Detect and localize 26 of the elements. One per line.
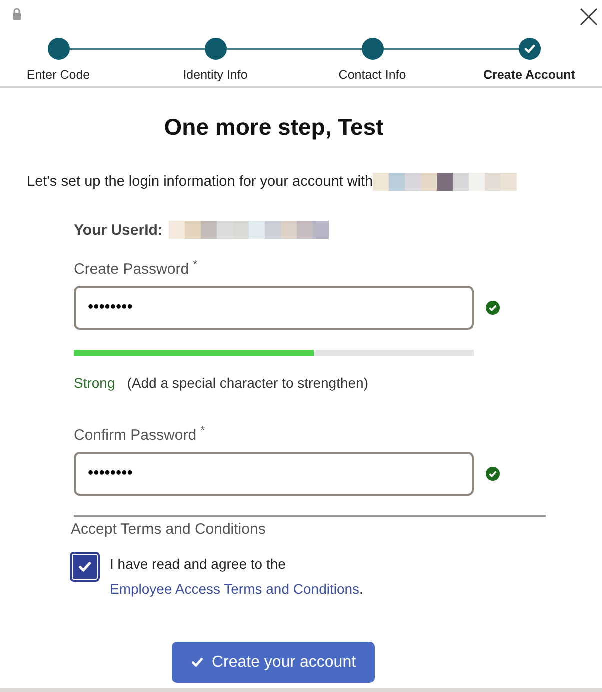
password-field[interactable]: •••••••• xyxy=(74,286,474,330)
intro-text: Let's set up the login information for your account with xyxy=(27,174,374,190)
check-icon xyxy=(524,43,536,55)
terms-checkbox[interactable] xyxy=(70,552,100,582)
step-dot xyxy=(204,38,226,60)
step-dot xyxy=(362,38,384,60)
create-account-button[interactable]: Create your account xyxy=(172,642,375,683)
field-label: Create Password $^{*}$ xyxy=(74,259,199,278)
step-label: Enter Code xyxy=(26,68,90,82)
page-title: One more step, Test xyxy=(163,114,385,141)
confirm-password-field[interactable]: •••••••• xyxy=(74,452,474,496)
terms-text: I have read and agree to the Employee Access Terms and Conditions. xyxy=(70,552,510,602)
check-icon xyxy=(78,560,92,574)
terms-heading: Accept Terms and Conditions xyxy=(71,521,267,538)
close-icon[interactable] xyxy=(580,8,598,26)
strength-label: Strong xyxy=(74,375,116,391)
strength-hint: (Add a special character to strengthen) xyxy=(127,375,368,391)
step-label: Identity Info xyxy=(183,68,248,82)
userid-label: Your UserId: xyxy=(74,222,163,238)
step-dot xyxy=(48,38,70,60)
lock-icon xyxy=(12,8,22,20)
check-icon xyxy=(190,656,204,669)
step-label: Create Account xyxy=(484,68,576,82)
terms-link[interactable]: Employee Access Terms and Conditions xyxy=(110,581,360,597)
field-label: Confirm Password $^{*}$ xyxy=(74,425,206,444)
step-label: Contact Info xyxy=(338,68,406,82)
